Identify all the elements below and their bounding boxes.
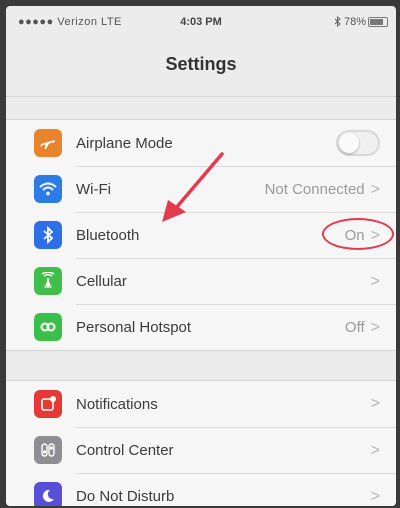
chevron-right-icon: > (370, 487, 380, 505)
settings-row-label: Bluetooth (76, 227, 140, 244)
airplane-mode-toggle[interactable] (336, 130, 380, 156)
hotspot-status-value: Off (344, 319, 365, 336)
notifications-group: Notifications > Control Center > Do Not … (6, 380, 396, 506)
settings-row-do-not-disturb[interactable]: Do Not Disturb > (6, 472, 396, 506)
page-title: Settings (165, 54, 237, 74)
battery-icon (368, 17, 388, 27)
settings-row-label: Cellular (76, 273, 127, 290)
wifi-icon (34, 175, 62, 203)
settings-row-label: Do Not Disturb (76, 488, 175, 505)
phone-screen: ●●●●● Verizon LTE 4:03 PM 78% Settings A… (6, 6, 396, 506)
settings-row-cellular[interactable]: Cellular > (6, 257, 396, 304)
chevron-right-icon: > (370, 180, 380, 198)
notifications-icon (34, 390, 62, 418)
cellular-icon (34, 267, 62, 295)
settings-row-label: Wi-Fi (76, 181, 111, 198)
wifi-status-value: Not Connected (264, 181, 365, 198)
settings-row-label: Personal Hotspot (76, 319, 192, 336)
settings-row-wifi[interactable]: Wi-Fi Not Connected > (6, 165, 396, 212)
status-bar: ●●●●● Verizon LTE 4:03 PM 78% (6, 6, 396, 34)
battery-percent: 78% (343, 16, 366, 28)
hotspot-icon (34, 313, 62, 341)
settings-row-label: Notifications (76, 395, 158, 413)
control-center-icon (34, 436, 62, 464)
annotation-circle (322, 218, 394, 250)
settings-row-label: Control Center (76, 442, 174, 459)
chevron-right-icon: > (370, 318, 380, 336)
bluetooth-icon (34, 221, 62, 249)
settings-row-control-center[interactable]: Control Center > (6, 426, 396, 473)
toggle-knob (339, 133, 359, 153)
moon-icon (34, 482, 62, 506)
chevron-right-icon: > (370, 395, 380, 412)
settings-row-notifications[interactable]: Notifications > (6, 381, 396, 427)
bluetooth-status-icon (334, 15, 342, 30)
settings-row-airplane-mode[interactable]: Airplane Mode (6, 120, 396, 166)
chevron-right-icon: > (370, 272, 380, 290)
airplane-icon (34, 129, 62, 157)
settings-row-label: Airplane Mode (76, 134, 173, 152)
chevron-right-icon: > (370, 441, 380, 459)
settings-row-personal-hotspot[interactable]: Personal Hotspot Off > (6, 303, 396, 350)
navigation-bar: Settings (6, 34, 396, 97)
